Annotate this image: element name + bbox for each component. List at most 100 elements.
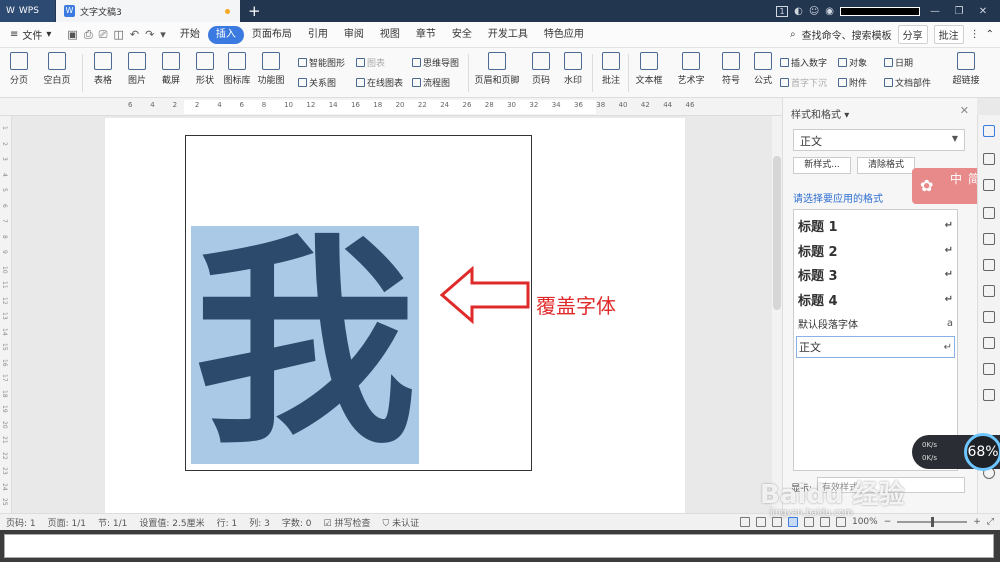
status-word-count[interactable]: 字数: 0: [276, 516, 318, 529]
print-icon[interactable]: ⎚: [99, 28, 108, 42]
document-tab[interactable]: W 文字文稿3: [56, 0, 240, 22]
skin-icon[interactable]: ◐: [794, 6, 803, 17]
outline-view-icon[interactable]: [803, 517, 814, 527]
user-icon[interactable]: ◉: [825, 6, 834, 17]
new-tab-button[interactable]: +: [248, 1, 261, 21]
fullscreen-icon[interactable]: [739, 517, 750, 527]
bottom-input-field[interactable]: [4, 534, 994, 558]
redo-icon[interactable]: ↷: [145, 28, 154, 42]
network-speed-widget[interactable]: 0K/s 0K/s 68%: [912, 433, 1000, 471]
page-view-icon[interactable]: [787, 517, 798, 527]
selected-character-box[interactable]: 我: [191, 226, 419, 464]
style-heading-1[interactable]: 标题 1 ↵: [798, 216, 953, 235]
certification-status[interactable]: ⛉ 未认证: [376, 516, 425, 529]
mind-map-button[interactable]: 思维导图: [412, 56, 459, 69]
zoom-out-icon[interactable]: −: [884, 517, 892, 527]
horizontal-ruler[interactable]: 6 4 2 2 4 6 8 10 12 14 16 18 20 22 24 26 28 30 32 34 36 38 40 4…: [0, 98, 782, 116]
page-break-button[interactable]: 分页: [2, 52, 36, 86]
tab-special[interactable]: 特色应用: [536, 26, 592, 44]
command-search[interactable]: 查找命令、搜索模板: [802, 27, 892, 42]
watermark-button[interactable]: 水印: [556, 52, 590, 86]
window-count-badge[interactable]: 1: [776, 5, 789, 17]
scrollbar-thumb[interactable]: [773, 156, 781, 310]
status-pages[interactable]: 页面: 1/1: [42, 516, 92, 529]
more-options-icon[interactable]: ⋮: [970, 29, 980, 40]
online-chart-button[interactable]: 在线图表: [356, 76, 403, 89]
style-body-text[interactable]: 正文 ↵: [796, 336, 955, 358]
style-heading-4[interactable]: 标题 4 ↵: [798, 290, 953, 309]
icon-library-button[interactable]: 图标库: [220, 52, 254, 86]
pen-icon[interactable]: [771, 517, 782, 527]
tab-developer[interactable]: 开发工具: [480, 26, 536, 44]
minimize-button[interactable]: —: [926, 6, 944, 17]
collapse-ribbon-icon[interactable]: ⌃: [986, 29, 994, 40]
attachment-button[interactable]: 附件: [838, 76, 867, 89]
style-heading-2[interactable]: 标题 2 ↵: [798, 241, 953, 260]
spell-check-button[interactable]: ☑ 拼写检查: [318, 516, 377, 529]
panel-title[interactable]: 样式和格式 ▾: [791, 106, 849, 121]
style-default-font[interactable]: 默认段落字体 a: [798, 316, 953, 331]
feedback-icon[interactable]: ☺: [809, 6, 819, 17]
tab-view[interactable]: 视图: [372, 26, 408, 44]
header-footer-button[interactable]: 页眉和页脚: [472, 52, 522, 86]
expand-icon[interactable]: ⤢: [987, 517, 994, 527]
current-style-select[interactable]: 正文 ▼: [793, 129, 965, 151]
style-heading-3[interactable]: 标题 3 ↵: [798, 265, 953, 284]
status-page-number[interactable]: 页码: 1: [0, 516, 42, 529]
web-view-icon[interactable]: [819, 517, 830, 527]
first-drop-button[interactable]: 首字下沉: [780, 76, 827, 89]
shape-button[interactable]: 形状: [188, 52, 222, 86]
document-page[interactable]: 我 覆盖字体: [105, 118, 685, 513]
tab-reference[interactable]: 引用: [300, 26, 336, 44]
zoom-slider[interactable]: [897, 517, 968, 527]
more-icon[interactable]: ▾: [160, 28, 166, 42]
status-setting[interactable]: 设置值: 2.5厘米: [133, 516, 210, 529]
flowchart-button[interactable]: 流程图: [412, 76, 450, 89]
comment-button[interactable]: 批注: [933, 25, 964, 44]
tab-page-layout[interactable]: 页面布局: [244, 26, 300, 44]
select-pointer-icon[interactable]: [983, 153, 995, 165]
new-style-button[interactable]: 新样式...: [793, 157, 851, 174]
table-button[interactable]: 表格: [86, 52, 120, 86]
maximize-button[interactable]: ❐: [950, 6, 968, 17]
document-map-icon[interactable]: [983, 285, 995, 297]
date-button[interactable]: 日期: [884, 56, 913, 69]
textbox-button[interactable]: 文本框: [630, 52, 668, 86]
formula-button[interactable]: 公式: [746, 52, 780, 86]
panel-close-icon[interactable]: ✕: [960, 104, 969, 117]
tab-chapter[interactable]: 章节: [408, 26, 444, 44]
tab-insert[interactable]: 插入: [207, 25, 244, 44]
object-button[interactable]: 对象: [838, 56, 867, 69]
blank-page-button[interactable]: 空白页: [40, 52, 74, 86]
layers-icon[interactable]: [983, 363, 995, 375]
large-character[interactable]: 我: [191, 226, 419, 464]
vertical-scrollbar[interactable]: [772, 116, 782, 513]
ime-chinese-mode[interactable]: 中: [950, 170, 962, 187]
smart-shape-button[interactable]: 智能图形: [298, 56, 345, 69]
undo-icon[interactable]: ↶: [130, 28, 139, 42]
wps-home-tab[interactable]: W WPS: [0, 0, 55, 22]
tab-review[interactable]: 审阅: [336, 26, 372, 44]
sliders-icon[interactable]: [983, 259, 995, 271]
book-icon[interactable]: [983, 207, 995, 219]
hyperlink-button[interactable]: 超链接: [946, 52, 986, 86]
zoom-slider-knob[interactable]: [931, 517, 935, 527]
art-text-button[interactable]: 艺术字: [672, 52, 710, 86]
reading-mode-icon[interactable]: [755, 517, 766, 527]
zoom-level[interactable]: 100%: [852, 517, 878, 527]
shield-icon[interactable]: [983, 389, 995, 401]
eye-protect-icon[interactable]: [835, 517, 846, 527]
export-pdf-icon[interactable]: ⎙: [84, 28, 93, 42]
status-row[interactable]: 行: 1: [211, 516, 244, 529]
shape-tool-icon[interactable]: [983, 179, 995, 191]
file-menu-button[interactable]: ≡ 文件 ▾: [0, 27, 61, 42]
close-button[interactable]: ✕: [974, 6, 992, 17]
print-preview-icon[interactable]: ◫: [113, 28, 123, 42]
save-icon[interactable]: ▣: [67, 28, 77, 42]
doc-part-button[interactable]: 文档部件: [884, 76, 931, 89]
clear-format-button[interactable]: 清除格式: [857, 157, 915, 174]
status-column[interactable]: 列: 3: [243, 516, 276, 529]
relation-chart-button[interactable]: 关系图: [298, 76, 336, 89]
vertical-ruler[interactable]: 1 2 3 4 5 6 7 8 9 10 11 12 13 14 15 16 17 18 19 20 21 22 23 24 2…: [0, 116, 12, 513]
chart-button[interactable]: 图表: [356, 56, 385, 69]
